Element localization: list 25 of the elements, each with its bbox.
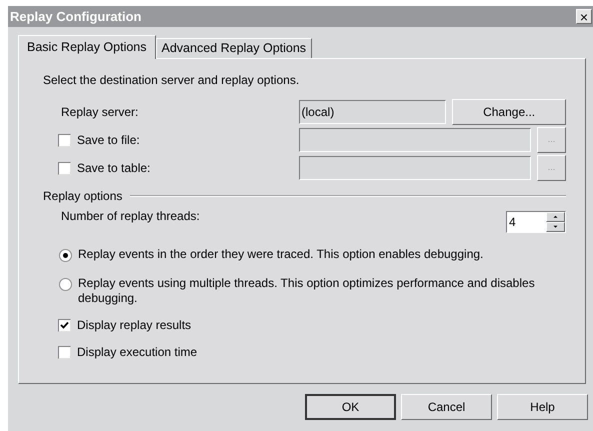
field-label: Number of replay threads:: [61, 208, 200, 225]
dialog-button[interactable]: Cancel: [401, 394, 492, 420]
close-button[interactable]: ×: [576, 9, 592, 24]
checkbox-label: Display replay results: [77, 317, 192, 334]
checkbox[interactable]: [58, 346, 71, 358]
server-field[interactable]: (local): [298, 100, 446, 124]
radio-label: Replay events using multiple threads. This option optimizes performance and disables debugging.: [78, 276, 536, 306]
tab[interactable]: Advanced Replay Options: [156, 38, 312, 58]
change-button[interactable]: Change...: [452, 99, 566, 125]
checkbox-label: Save to table:: [77, 160, 150, 177]
section-title: Replay options: [43, 188, 122, 205]
checkbox-label: Save to file:: [77, 132, 140, 149]
spinner-value: 4: [508, 214, 517, 231]
tab[interactable]: Basic Replay Options: [18, 35, 156, 59]
description: Select the destination server and replay options.: [43, 72, 300, 89]
field-label: Replay server:: [61, 104, 140, 121]
checkbox-label: Display execution time: [77, 344, 198, 361]
dialog-button[interactable]: OK: [305, 394, 396, 420]
window-title: Replay Configuration: [10, 8, 142, 26]
radio-button[interactable]: [59, 278, 72, 291]
checkbox[interactable]: [58, 318, 71, 332]
radio-button[interactable]: [59, 249, 72, 262]
dialog-button[interactable]: Help: [497, 394, 588, 420]
thread-spinner[interactable]: 4: [506, 211, 566, 233]
radio-label: Replay events in the order they were traced. This option enables debugging.: [78, 247, 484, 262]
